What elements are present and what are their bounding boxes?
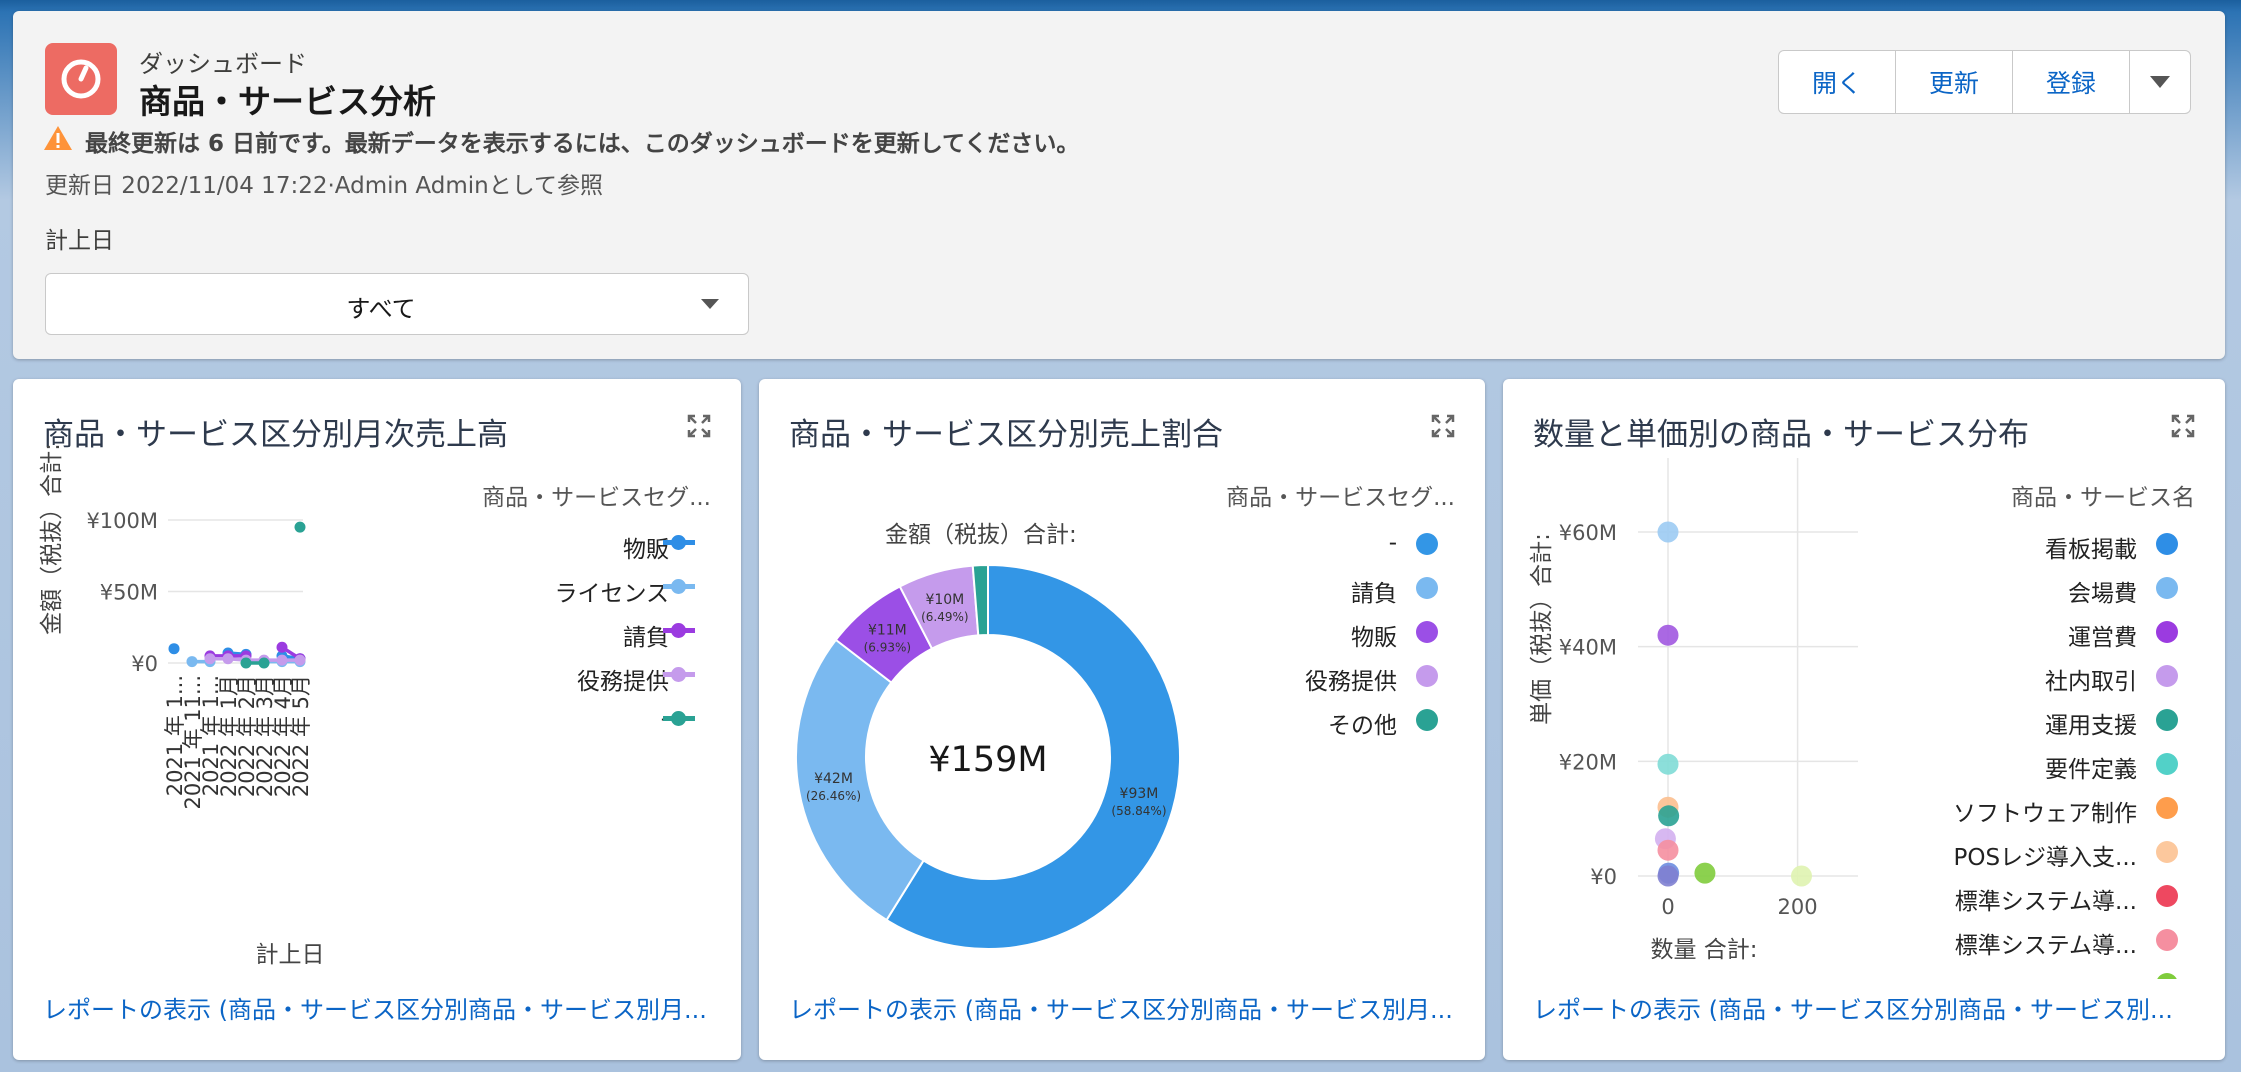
view-report-link[interactable]: レポートの表示 (商品・サービス区分別商品・サービス別... [1533,990,2173,1025]
legend-swatch [2156,929,2178,951]
slice-value-label: ¥10M [925,592,964,608]
warning-icon [43,124,73,156]
legend-swatch [2156,709,2178,731]
legend-item: 運営費 [2068,625,2137,651]
legend-swatch-dot [671,579,686,594]
legend-swatch [2156,973,2178,979]
y-axis-label: 金額（税抜）合計: [39,443,65,635]
legend-swatch [2156,621,2178,643]
legend-swatch [1416,709,1438,731]
legend-item: 請負 [1351,581,1397,607]
subscribe-button[interactable]: 登録 [2013,51,2130,113]
y-tick-label: ¥100M [86,509,158,533]
y-tick-label: ¥50M [100,581,158,605]
slice-percent-label: (26.46%) [806,789,861,803]
x-tick-label: 2022 年 5月 [289,675,313,797]
stale-data-warning: 最終更新は 6 日前です。最新データを表示するには、このダッシュボードを更新して… [85,131,1080,157]
legend-swatch-dot [671,667,686,682]
legend-item: 会場費 [2068,581,2137,607]
legend-item: 看板掲載 [2045,537,2137,563]
legend-swatch [2156,577,2178,599]
data-point [276,641,288,653]
legend-item: - [1388,530,1397,556]
page-title: 商品・サービス分析 [139,82,436,121]
donut-total: ¥159M [928,740,1047,780]
legend-swatch [1416,533,1438,555]
legend-swatch [1416,577,1438,599]
data-point [222,653,234,665]
slice-value-label: ¥42M [814,771,853,787]
slice-percent-label: (6.49%) [921,610,968,624]
legend-swatch [2156,665,2178,687]
sales-share-card: 商品・サービス区分別売上割合 金額（税抜）合計: ¥93M (58.84%) ¥42… [759,379,1485,1060]
legend-item: 社内取引 [2045,669,2137,695]
legend-swatch [2156,841,2178,863]
legend-swatch [2156,797,2178,819]
more-actions-button[interactable] [2130,51,2190,113]
legend-item: 標準システム導... [1954,933,2137,959]
chevron-down-icon [2150,76,2170,88]
filter-label: 計上日 [45,228,114,254]
dashboard-type-label: ダッシュボード [139,50,307,78]
dashboard-icon [45,43,117,115]
slice-percent-label: (58.84%) [1111,804,1166,818]
view-report-link[interactable]: レポートの表示 (商品・サービス区分別商品・サービス別月... [43,990,707,1025]
last-updated-info: 更新日 2022/11/04 17:22·Admin Adminとして参照 [45,173,604,199]
legend-item: 役務提供 [1305,669,1397,695]
legend-title: 商品・サービスセグ... [1226,485,1455,511]
data-point [258,657,270,669]
refresh-button[interactable]: 更新 [1896,51,2013,113]
legend-title: 商品・サービスセグ... [482,485,711,511]
legend-item: 役務提供 [577,669,669,695]
y-tick-label: ¥0 [131,652,158,676]
legend-item: ライセンス [554,581,669,607]
filter-selected-value: すべて [346,295,416,323]
dashboard-header: ダッシュボード 商品・サービス分析 最終更新は 6 日前です。最新データを表示す… [13,11,2225,359]
slice-value-label: ¥93M [1120,786,1159,802]
header-button-group: 開く 更新 登録 [1778,50,2191,114]
monthly-sales-card: 商品・サービス区分別月次売上高 金額（税抜）合計: ¥100M ¥50M ¥0 20… [13,379,741,1060]
legend-swatch [2156,533,2178,555]
data-point [204,653,216,665]
legend-item: 物販 [623,537,669,563]
slice-value-label: ¥11M [868,623,907,639]
legend-item: 物販 [1351,625,1397,651]
quantity-price-card: 数量と単価別の商品・サービス分布 単価（税抜）合計: ¥60M ¥40M ¥20M ¥… [1503,379,2225,1060]
data-point [294,521,306,533]
legend-item: ソフトウェア制作 [1953,801,2137,827]
date-filter-select[interactable]: すべて [45,273,749,335]
legend-swatch [2156,753,2178,775]
legend-item: 要件定義 [2045,757,2137,783]
data-point [294,654,306,666]
legend-swatch-dot [671,623,686,638]
legend-item: 標準システム導... [1954,889,2137,915]
data-point [168,643,180,655]
legend-swatch [1416,621,1438,643]
view-report-link[interactable]: レポートの表示 (商品・サービス区分別商品・サービス別月... [789,990,1453,1025]
legend-swatch [1416,665,1438,687]
legend-item: 運用支援 [2045,713,2137,739]
data-point [240,657,252,669]
legend-item: POSレジ導入支... [1953,845,2137,871]
data-point [276,654,288,666]
legend-item: 請負 [623,625,669,651]
legend-item: POSレジ... [2022,970,2137,979]
legend-item: その他 [1328,713,1397,739]
legend-swatch-dot [671,711,686,726]
legend-swatch [2156,885,2178,907]
legend-swatch-dot [671,535,686,550]
slice-percent-label: (6.93%) [864,641,911,655]
open-button[interactable]: 開く [1779,51,1896,113]
data-point [186,656,198,668]
x-axis-label: 計上日 [256,942,325,968]
chevron-down-icon [701,299,719,309]
